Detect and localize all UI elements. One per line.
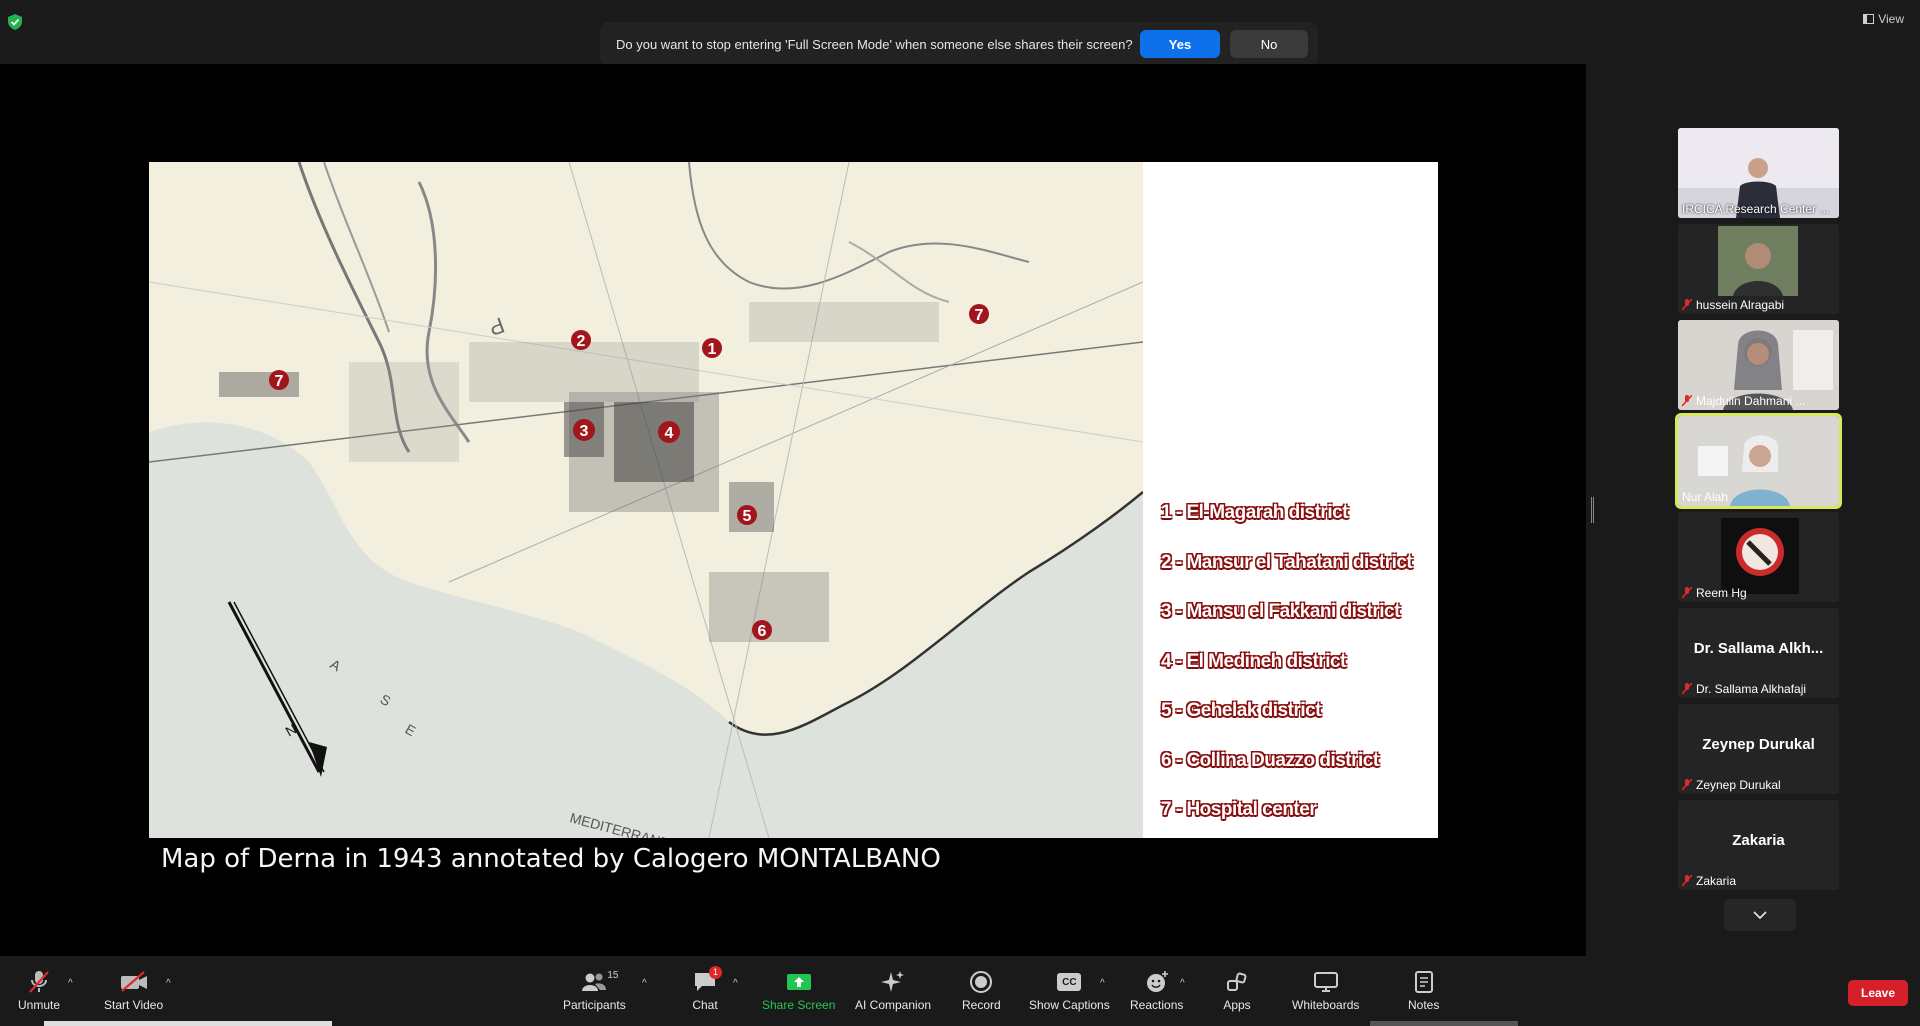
chat-options-caret[interactable]: ^ <box>733 978 738 989</box>
view-button[interactable]: View <box>1863 12 1904 26</box>
muted-mic-icon <box>1682 395 1692 407</box>
legend-item: 3 - Mansu el Fakkani district <box>1161 601 1400 622</box>
participant-name: Dr. Sallama Alkhafaji <box>1682 682 1806 696</box>
zoom-meeting-window: View Do you want to stop entering 'Full … <box>0 0 1920 1026</box>
participant-name: Zakaria <box>1682 874 1736 888</box>
participant-name: Zeynep Durukal <box>1682 778 1781 792</box>
horizontal-scrollbar[interactable] <box>44 1021 332 1026</box>
derna-map-image: N P S E A MEDITERRANEAN 7 2 1 3 4 5 6 7 <box>149 162 1143 838</box>
share-screen-button[interactable]: Share Screen <box>762 968 835 1012</box>
participant-display-name: Zeynep Durukal <box>1702 736 1815 753</box>
record-button[interactable]: Record <box>962 968 1001 1012</box>
fullscreen-prompt-message: Do you want to stop entering 'Full Scree… <box>616 36 1133 52</box>
muted-mic-icon <box>1682 587 1692 599</box>
show-captions-button[interactable]: CC Show Captions <box>1029 968 1110 1012</box>
svg-text:7: 7 <box>975 307 984 324</box>
participant-tile[interactable]: Reem Hg <box>1678 512 1839 602</box>
map-legend: 1 - El-Magarah district 2 - Mansur el Ta… <box>1161 502 1413 838</box>
presentation-slide: N P S E A MEDITERRANEAN 7 2 1 3 4 5 6 7 <box>149 162 1438 838</box>
gallery-resize-handle[interactable] <box>1591 497 1594 523</box>
legend-item: 5 - Gehelak district <box>1161 700 1322 721</box>
participants-icon <box>582 973 607 991</box>
no-button[interactable]: No <box>1230 30 1308 58</box>
svg-text:7: 7 <box>275 373 284 390</box>
participant-name: IRCICA Research Center ... <box>1682 202 1830 216</box>
participant-tile[interactable]: Zakaria Zakaria <box>1678 800 1839 890</box>
shared-screen[interactable]: N P S E A MEDITERRANEAN 7 2 1 3 4 5 6 7 <box>0 64 1586 956</box>
svg-text:5: 5 <box>743 508 752 525</box>
view-icon <box>1863 14 1875 24</box>
muted-mic-icon <box>1682 779 1692 791</box>
muted-mic-icon <box>29 971 49 993</box>
apps-button[interactable]: Apps <box>1222 968 1252 1012</box>
video-options-caret[interactable]: ^ <box>166 978 171 989</box>
reactions-button[interactable]: Reactions <box>1130 968 1183 1012</box>
shield-check-icon[interactable] <box>8 14 22 30</box>
svg-text:2: 2 <box>577 333 586 350</box>
meeting-toolbar: Unmute ^ Start Video ^ 15 Participants ^… <box>0 956 1920 1026</box>
captions-icon: CC <box>1057 973 1082 991</box>
unmute-button[interactable]: Unmute <box>18 968 60 1012</box>
legend-item: 6 - Collina Duazzo district <box>1161 749 1379 771</box>
participant-name: Reem Hg <box>1682 586 1747 600</box>
svg-text:4: 4 <box>665 425 674 442</box>
start-video-button[interactable]: Start Video <box>104 968 163 1012</box>
yes-button[interactable]: Yes <box>1140 30 1220 58</box>
chat-button[interactable]: 1 Chat <box>690 966 722 1012</box>
leave-button[interactable]: Leave <box>1848 980 1908 1006</box>
apps-icon <box>1227 972 1247 991</box>
legend-item: 2 - Mansur el Tahatani district <box>1161 551 1413 573</box>
svg-text:1: 1 <box>708 341 717 358</box>
participant-name: Majdulin Dahmani ... <box>1682 394 1805 408</box>
participant-tile[interactable]: IRCICA Research Center ... <box>1678 128 1839 218</box>
chevron-down-icon <box>1753 911 1767 919</box>
reactions-icon <box>1146 971 1168 992</box>
muted-mic-icon <box>1682 683 1692 695</box>
legend-item: 4 - El Medineh district <box>1161 650 1346 672</box>
participant-tile[interactable]: Dr. Sallama Alkh... Dr. Sallama Alkhafaj… <box>1678 608 1839 698</box>
view-label: View <box>1878 12 1904 26</box>
gallery-scroll-down-button[interactable] <box>1724 899 1796 931</box>
muted-mic-icon <box>1682 875 1692 887</box>
video-off-icon <box>120 971 147 992</box>
participant-tile-active-speaker[interactable]: Nur Alah <box>1675 413 1842 509</box>
legend-item: 1 - El-Magarah district <box>1161 502 1349 523</box>
muted-mic-icon <box>1682 299 1692 311</box>
chat-unread-badge: 1 <box>709 966 722 979</box>
whiteboards-button[interactable]: Whiteboards <box>1292 968 1359 1012</box>
svg-text:3: 3 <box>580 423 589 440</box>
legend-item: 7 - Hospital center <box>1161 799 1317 820</box>
record-icon <box>970 971 993 993</box>
participant-tile[interactable]: Majdulin Dahmani ... <box>1678 320 1839 410</box>
svg-text:6: 6 <box>758 623 767 640</box>
participant-name: Nur Alah <box>1682 490 1729 504</box>
participant-name: hussein Alragabi <box>1682 298 1784 312</box>
notes-icon <box>1414 971 1433 993</box>
captions-options-caret[interactable]: ^ <box>1100 978 1105 989</box>
participant-display-name: Zakaria <box>1732 832 1785 849</box>
share-screen-icon <box>786 974 811 990</box>
slide-caption: Map of Derna in 1943 annotated by Caloge… <box>161 844 941 874</box>
participants-options-caret[interactable]: ^ <box>642 978 647 989</box>
participant-tile[interactable]: hussein Alragabi <box>1678 224 1839 314</box>
participants-count: 15 <box>607 970 619 981</box>
participant-tile[interactable]: Zeynep Durukal Zeynep Durukal <box>1678 704 1839 794</box>
ai-companion-button[interactable]: AI Companion <box>855 968 931 1012</box>
horizontal-scrollbar-track[interactable] <box>1370 1021 1518 1026</box>
notes-button[interactable]: Notes <box>1408 968 1439 1012</box>
whiteboard-icon <box>1313 972 1338 992</box>
reactions-options-caret[interactable]: ^ <box>1180 978 1185 989</box>
fullscreen-prompt: Do you want to stop entering 'Full Scree… <box>600 22 1318 66</box>
audio-options-caret[interactable]: ^ <box>68 978 73 989</box>
participants-button[interactable]: 15 Participants <box>563 968 626 1012</box>
sparkle-icon <box>881 971 905 992</box>
participant-display-name: Dr. Sallama Alkh... <box>1693 640 1824 657</box>
